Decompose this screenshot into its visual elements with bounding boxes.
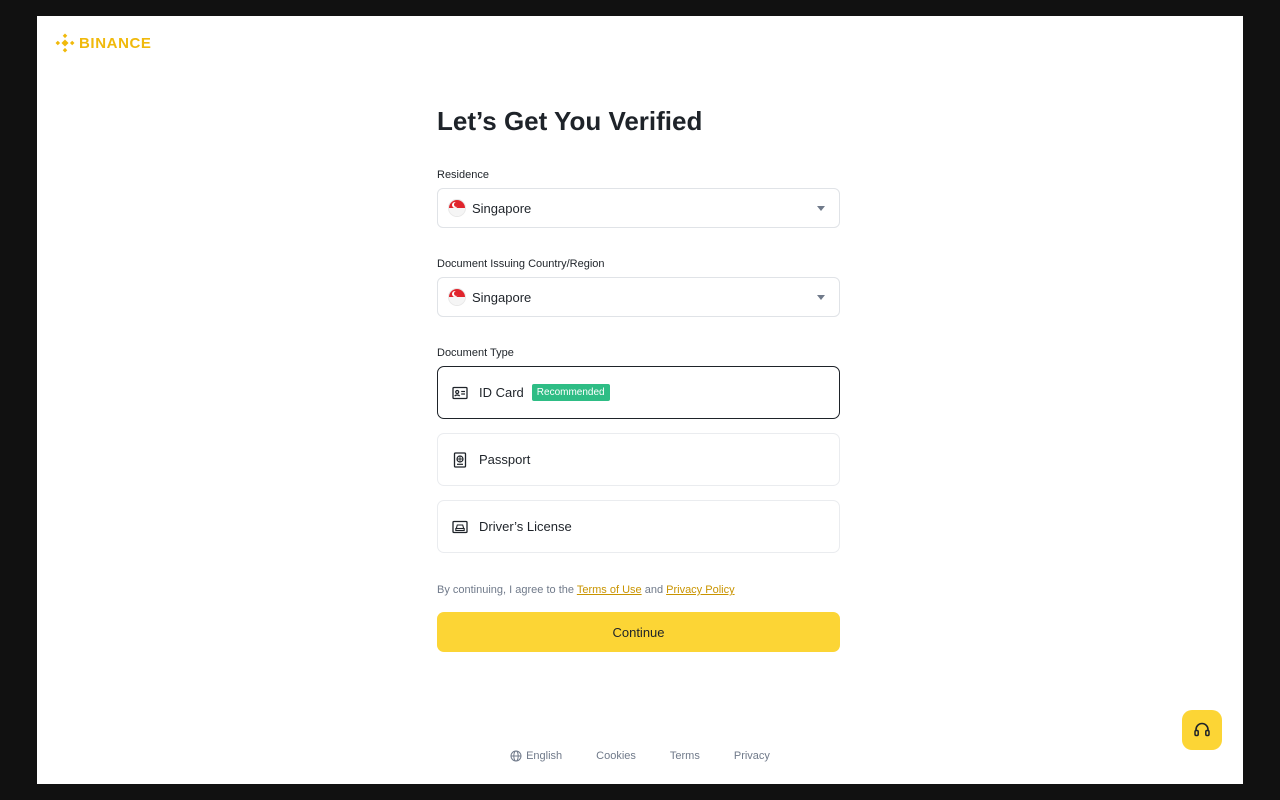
singapore-flag-icon (448, 199, 466, 217)
language-label: English (526, 750, 563, 762)
drivers-license-icon (452, 520, 468, 533)
chevron-down-icon (817, 205, 825, 211)
binance-logo-icon (55, 33, 75, 53)
residence-label: Residence (437, 169, 489, 181)
doc-option-label: ID Card (479, 385, 524, 400)
cookies-link[interactable]: Cookies (596, 750, 636, 762)
doc-option-id-card[interactable]: ID Card Recommended (437, 366, 840, 419)
privacy-policy-link[interactable]: Privacy Policy (666, 584, 734, 596)
support-chat-button[interactable] (1182, 710, 1222, 750)
headset-icon (1194, 722, 1210, 737)
passport-icon (453, 451, 467, 468)
continue-button[interactable]: Continue (437, 612, 840, 652)
terms-conjunction: and (644, 584, 664, 596)
terms-prefix: By continuing, I agree to the (437, 584, 574, 596)
verification-form: Let’s Get You Verified Residence Singapo… (437, 104, 840, 652)
issuing-country-select[interactable]: Singapore (437, 277, 840, 317)
doc-option-drivers-license[interactable]: Driver’s License (437, 500, 840, 553)
issuing-country-label: Document Issuing Country/Region (437, 258, 605, 270)
chevron-down-icon (817, 294, 825, 300)
doc-option-label: Driver’s License (479, 519, 572, 534)
page-footer: English Cookies Terms Privacy (37, 750, 1243, 762)
doc-option-label: Passport (479, 452, 531, 467)
privacy-link[interactable]: Privacy (734, 750, 770, 762)
issuing-country-value: Singapore (472, 289, 532, 305)
doc-option-passport[interactable]: Passport (437, 433, 840, 486)
recommended-badge: Recommended (531, 384, 610, 401)
id-card-icon (452, 386, 468, 399)
singapore-flag-icon (448, 288, 466, 306)
language-selector[interactable]: English (510, 750, 562, 762)
terms-of-use-link[interactable]: Terms of Use (577, 584, 642, 596)
globe-icon (510, 750, 522, 762)
terms-link[interactable]: Terms (670, 750, 700, 762)
residence-value: Singapore (472, 200, 532, 216)
brand-name: BINANCE (79, 34, 152, 52)
browser-window: BINANCE Let’s Get You Verified Residence… (37, 16, 1243, 784)
page-title: Let’s Get You Verified (437, 106, 703, 136)
residence-select[interactable]: Singapore (437, 188, 840, 228)
binance-logo[interactable]: BINANCE (55, 33, 152, 53)
document-type-label: Document Type (437, 347, 514, 359)
terms-notice: By continuing, I agree to the Terms of U… (437, 583, 840, 597)
